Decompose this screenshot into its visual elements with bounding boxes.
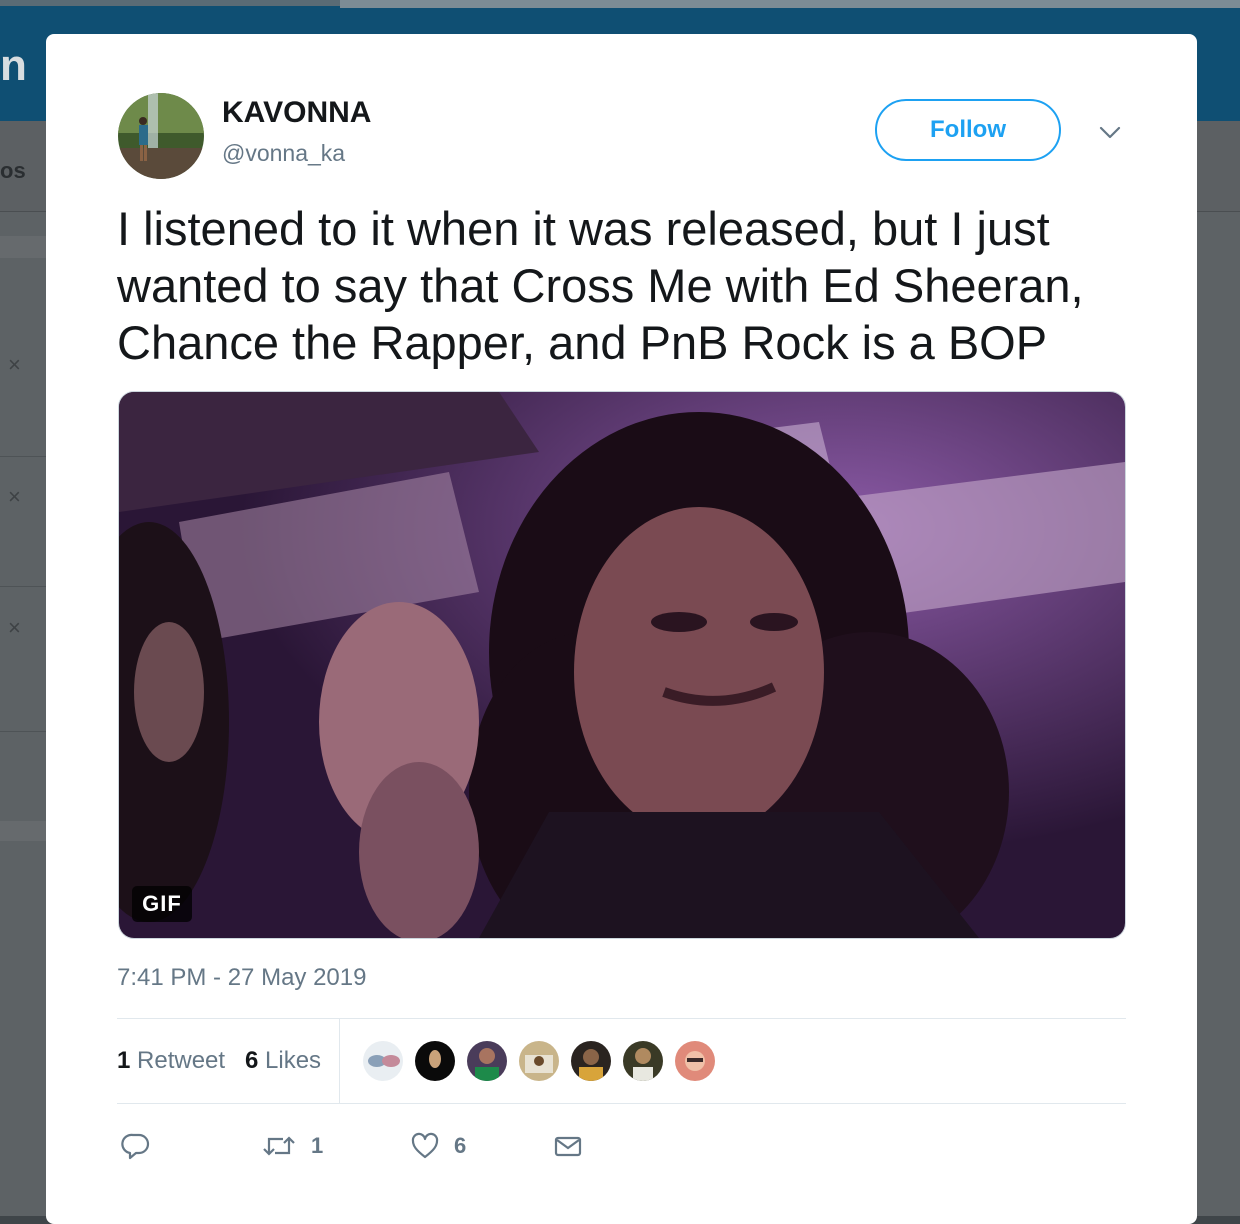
gif-badge: GIF bbox=[132, 886, 192, 922]
background-topbar-edge bbox=[340, 0, 1240, 8]
gif-preview-image bbox=[119, 392, 1125, 938]
tweet-timestamp[interactable]: 7:41 PM - 27 May 2019 bbox=[117, 964, 366, 992]
retweet-count: 1 bbox=[311, 1133, 324, 1158]
envelope-icon bbox=[554, 1136, 582, 1157]
dismiss-icon[interactable]: × bbox=[8, 615, 21, 641]
avatar-image bbox=[118, 93, 204, 179]
tweet-media-gif[interactable]: GIF bbox=[118, 391, 1126, 939]
background-divider bbox=[0, 731, 46, 732]
follow-button[interactable]: Follow bbox=[875, 99, 1061, 161]
reply-icon bbox=[121, 1133, 150, 1160]
background-topbar-edge bbox=[0, 0, 340, 6]
retweet-stat[interactable]: 1 Retweet bbox=[117, 1047, 225, 1075]
chevron-down-icon[interactable] bbox=[1098, 120, 1122, 144]
liker-avatar[interactable] bbox=[517, 1039, 561, 1083]
stats-divider-top bbox=[117, 1018, 1126, 1019]
liker-avatar[interactable] bbox=[673, 1039, 717, 1083]
background-panel-header bbox=[0, 821, 46, 841]
stats-divider-vertical bbox=[339, 1019, 340, 1103]
author-avatar[interactable] bbox=[118, 93, 204, 179]
likes-stat-label: Likes bbox=[265, 1047, 322, 1074]
like-count: 6 bbox=[454, 1133, 467, 1158]
retweet-action[interactable]: 1 bbox=[261, 1130, 323, 1162]
liker-avatar[interactable] bbox=[413, 1039, 457, 1083]
retweet-stat-count: 1 bbox=[117, 1047, 131, 1074]
background-logo-fragment: n bbox=[0, 41, 27, 90]
stats-divider-bottom bbox=[117, 1103, 1126, 1104]
liker-avatar[interactable] bbox=[569, 1039, 613, 1083]
background-divider bbox=[0, 586, 46, 587]
retweet-icon bbox=[263, 1136, 295, 1156]
tweet-modal: KAVONNA @vonna_ka Follow I listened to i… bbox=[46, 34, 1197, 1224]
background-nav-label: os bbox=[0, 158, 26, 183]
likes-stat-count: 6 bbox=[245, 1047, 259, 1074]
reply-action[interactable] bbox=[121, 1130, 151, 1162]
likes-stat[interactable]: 6 Likes bbox=[245, 1047, 321, 1075]
direct-message-action[interactable] bbox=[553, 1130, 583, 1162]
background-divider bbox=[0, 456, 46, 457]
heart-icon bbox=[411, 1132, 439, 1159]
dismiss-icon[interactable]: × bbox=[8, 484, 21, 510]
dismiss-icon[interactable]: × bbox=[8, 352, 21, 378]
liker-avatar[interactable] bbox=[361, 1039, 405, 1083]
tweet-text: I listened to it when it was released, b… bbox=[117, 202, 1084, 369]
author-handle[interactable]: @vonna_ka bbox=[222, 140, 345, 167]
liker-avatar[interactable] bbox=[621, 1039, 665, 1083]
author-name[interactable]: KAVONNA bbox=[222, 96, 371, 130]
background-panel-header bbox=[0, 236, 46, 258]
retweet-stat-label: Retweet bbox=[137, 1047, 226, 1074]
liker-avatar[interactable] bbox=[465, 1039, 509, 1083]
like-action[interactable]: 6 bbox=[410, 1130, 466, 1162]
